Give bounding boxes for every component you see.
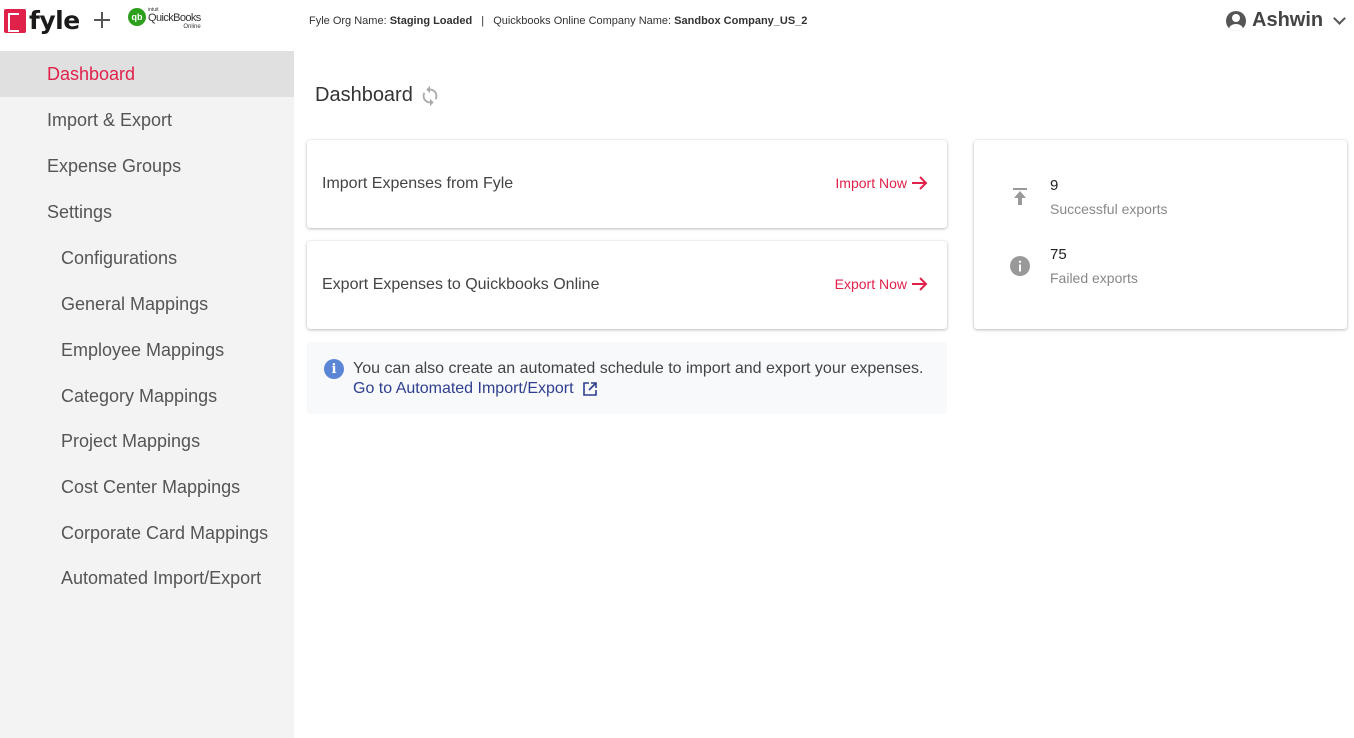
import-now-button[interactable]: Import Now <box>835 175 929 191</box>
import-card-title: Import Expenses from Fyle <box>322 175 514 192</box>
qb-name-text: QuickBooks <box>148 12 201 24</box>
failed-exports-count: 75 <box>1050 246 1067 263</box>
export-now-button[interactable]: Export Now <box>835 276 929 292</box>
user-avatar-icon <box>1226 10 1246 31</box>
sidebar-item-category-mappings[interactable]: Category Mappings <box>0 373 294 419</box>
page-title: Dashboard <box>315 84 413 106</box>
chevron-down-icon[interactable] <box>1333 12 1346 25</box>
top-header: fyle qb intuit QuickBooks Online Fyle Or… <box>0 0 1354 51</box>
user-menu[interactable]: Ashwin <box>1226 9 1346 32</box>
automation-info-box: i You can also create an automated sched… <box>307 342 947 414</box>
info-icon: i <box>324 359 344 379</box>
sidebar-item-configurations[interactable]: Configurations <box>0 235 294 281</box>
sidebar-item-import-export[interactable]: Import & Export <box>0 97 294 143</box>
info-icon <box>1010 256 1030 276</box>
qb-online-text: Online <box>183 24 201 30</box>
failed-exports-stat[interactable]: 75 Failed exports <box>974 246 1347 296</box>
fyle-logo-text: fyle <box>29 6 80 35</box>
arrow-right-icon <box>912 176 928 190</box>
arrow-right-icon <box>912 277 928 291</box>
export-now-label: Export Now <box>834 276 907 292</box>
export-card: Export Expenses to Quickbooks Online Exp… <box>307 241 947 329</box>
automated-import-export-link-text: Go to Automated Import/Export <box>353 380 574 397</box>
company-label: Quickbooks Online Company Name: <box>493 15 672 27</box>
user-name: Ashwin <box>1252 9 1324 31</box>
sidebar-item-settings[interactable]: Settings <box>0 189 294 235</box>
company-name: Sandbox Company_US_2 <box>674 15 808 27</box>
automated-import-export-link[interactable]: Go to Automated Import/Export <box>353 380 597 398</box>
automation-info-text: You can also create an automated schedul… <box>353 360 924 377</box>
import-now-label: Import Now <box>835 175 907 191</box>
successful-exports-stat: 9 Successful exports <box>974 177 1347 227</box>
sidebar-item-cost-center-mappings[interactable]: Cost Center Mappings <box>0 464 294 510</box>
sidebar-item-corporate-card-mappings[interactable]: Corporate Card Mappings <box>0 510 294 556</box>
main-content: Dashboard Import Expenses from Fyle Impo… <box>294 51 1354 738</box>
sidebar-item-dashboard[interactable]: Dashboard <box>0 51 294 97</box>
sidebar-item-general-mappings[interactable]: General Mappings <box>0 281 294 327</box>
sidebar-item-expense-groups[interactable]: Expense Groups <box>0 143 294 189</box>
successful-exports-count: 9 <box>1050 177 1059 194</box>
fyle-logo[interactable]: fyle <box>4 8 80 34</box>
sidebar: Dashboard Import & Export Expense Groups… <box>0 51 294 738</box>
successful-exports-label: Successful exports <box>1050 201 1168 217</box>
export-stats-card: 9 Successful exports 75 Failed exports <box>974 140 1347 329</box>
quickbooks-logo: qb intuit QuickBooks Online <box>128 8 201 30</box>
org-separator: | <box>481 15 485 27</box>
upload-icon <box>1013 188 1027 205</box>
external-link-icon <box>582 382 597 396</box>
export-card-title: Export Expenses to Quickbooks Online <box>322 276 600 293</box>
sidebar-item-employee-mappings[interactable]: Employee Mappings <box>0 327 294 373</box>
import-card: Import Expenses from Fyle Import Now <box>307 140 947 228</box>
org-label: Fyle Org Name: <box>309 15 387 27</box>
org-name: Staging Loaded <box>389 15 473 27</box>
sidebar-item-project-mappings[interactable]: Project Mappings <box>0 418 294 464</box>
quickbooks-badge-icon: qb <box>128 8 146 26</box>
refresh-icon[interactable] <box>419 84 441 108</box>
org-info: Fyle Org Name: Staging Loaded | Quickboo… <box>309 15 807 27</box>
plus-icon <box>93 11 111 29</box>
failed-exports-label: Failed exports <box>1050 270 1138 286</box>
fyle-logo-mark <box>4 9 26 33</box>
sidebar-item-automated-import-export[interactable]: Automated Import/Export <box>0 555 294 601</box>
